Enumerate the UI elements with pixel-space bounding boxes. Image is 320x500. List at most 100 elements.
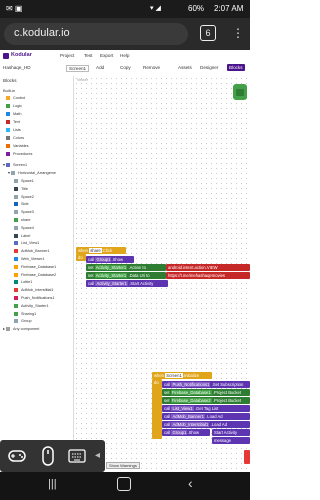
screen-node[interactable]: ▾ Screen1 (3, 162, 27, 167)
designer-button[interactable]: Designer (200, 65, 218, 70)
backpack-icon[interactable] (233, 84, 247, 100)
status-bar: ✉ ▣ ▾ ◢ 60% 2:07 AM (0, 0, 250, 18)
start-activity-fragment[interactable]: Start Activity (212, 429, 250, 436)
menu-export[interactable]: Export (100, 53, 113, 58)
remove-screen-button[interactable]: Remove (143, 65, 160, 70)
component-icon (14, 311, 18, 316)
component-icon (14, 241, 18, 246)
component-icon (14, 233, 18, 238)
any-component-node[interactable]: ▸ Any component (3, 326, 39, 331)
component-item[interactable]: Firebase_Database2 (14, 272, 56, 277)
set-activity-data-uri[interactable]: set Activity_Starter1 .Data Uri to (86, 272, 166, 279)
component-label: Space1 (21, 179, 34, 183)
mouse-icon[interactable] (42, 446, 54, 466)
action-text[interactable]: android.intent.action.VIEW (166, 264, 250, 271)
call-group-show-2[interactable]: call Group1.Show (162, 429, 210, 436)
component-label: Web_Viewer1 (21, 257, 45, 261)
component-item[interactable]: AdMob_Banner1 (14, 249, 50, 254)
screen-select[interactable]: Screen1 (66, 65, 90, 72)
event-share-click[interactable]: when share.Click (76, 247, 126, 254)
clock: 2:07 AM (214, 4, 244, 13)
category-logic[interactable]: Logic (6, 104, 22, 108)
component-icon (14, 202, 18, 207)
component-item[interactable]: Side (14, 202, 29, 207)
component-item[interactable]: share (14, 218, 31, 222)
assets-button[interactable]: Assets (178, 65, 192, 70)
component-label: List_View1 (21, 241, 40, 246)
url-field[interactable]: c.kodular.io (4, 23, 188, 45)
component-item[interactable]: Space4 (14, 225, 34, 230)
set-activity-action[interactable]: set Activity_Starter1 .Action to (86, 264, 166, 271)
component-icon (14, 280, 18, 285)
gamepad-icon[interactable] (8, 448, 26, 464)
component-icon (14, 210, 18, 215)
home-icon[interactable] (117, 477, 131, 491)
component-icon (14, 288, 18, 293)
builtin-header: Built-in (3, 88, 16, 93)
trash-icon[interactable] (244, 450, 250, 464)
copy-screen-button[interactable]: Copy (120, 65, 131, 70)
component-item[interactable]: Title (14, 186, 28, 191)
url-text: c.kodular.io (14, 27, 70, 39)
data-uri-text[interactable]: https://t.me/mehashaqemovies (166, 272, 250, 279)
component-label: AdMob_Interstitial1 (21, 288, 54, 293)
browser-menu-icon[interactable]: ⋮ (232, 26, 244, 40)
component-icon (14, 319, 18, 324)
blocks-panel: Blocks Built-in Control Logic Math Text … (0, 76, 74, 471)
component-item[interactable]: Space3 (14, 210, 34, 215)
message-fragment[interactable]: message (212, 437, 250, 444)
show-warnings-button[interactable]: Show Warnings (106, 462, 140, 469)
tab-switcher-button[interactable]: 6 (200, 25, 216, 41)
component-item[interactable]: Group (14, 319, 32, 324)
category-colors[interactable]: Colors (6, 136, 24, 140)
call-admob-inter-load[interactable]: call AdMob_Interstitial1 .Load Ad (162, 421, 250, 428)
blocks-button[interactable]: Blocks (227, 64, 245, 71)
component-icon (14, 296, 18, 300)
component-item[interactable]: Lottie1 (14, 280, 32, 285)
component-icon (14, 303, 18, 308)
component-icon (14, 218, 18, 222)
component-item[interactable]: AdMob_Interstitial1 (14, 288, 54, 293)
category-math[interactable]: Math (6, 112, 21, 116)
brand-label: Kodular (11, 52, 32, 58)
keyboard-icon[interactable] (68, 449, 86, 463)
viewer-label: Viewer (77, 78, 88, 82)
menu-project[interactable]: Project (60, 53, 74, 58)
component-item[interactable]: Space2 (14, 194, 34, 199)
arrangement-node[interactable]: ▾ Horizontal_Arrangeme (8, 170, 56, 175)
component-item[interactable]: Label (14, 233, 31, 238)
component-icon (14, 179, 18, 183)
expand-icon[interactable]: ◂ (95, 450, 100, 461)
call-start-activity[interactable]: call Activity_Starter1 .Start Activity (86, 280, 168, 287)
add-screen-button[interactable]: Add (96, 65, 104, 70)
component-item[interactable]: Activity_Starter1 (14, 303, 49, 308)
do-label: do (76, 254, 86, 261)
category-procedures[interactable]: Procedures (6, 152, 32, 156)
category-variables[interactable]: Variables (6, 144, 29, 148)
component-item[interactable]: Push_Notifications1 (14, 296, 55, 300)
menu-help[interactable]: Help (120, 53, 129, 58)
recents-icon[interactable]: ||| (48, 478, 57, 490)
call-admob-banner-load[interactable]: call AdMob_Banner1 .Load Ad (162, 413, 250, 420)
project-name: Hashaqe_HD (3, 65, 31, 70)
component-item[interactable]: Space1 (14, 179, 34, 183)
back-icon[interactable]: ‹ (188, 475, 193, 491)
call-push-subscription[interactable]: call Push_Notifications1 .Set Subscripti… (162, 381, 250, 388)
set-firebase1-bucket[interactable]: set Firebase_Database1 .Project Bucket (162, 389, 250, 396)
component-item[interactable]: Web_Viewer1 (14, 257, 45, 261)
category-text[interactable]: Text (6, 120, 20, 124)
category-lists[interactable]: Lists (6, 128, 21, 132)
component-item[interactable]: Firebase_Database1 (14, 264, 56, 269)
signal-icon: ▾ ◢ (150, 5, 161, 12)
component-label: Space3 (21, 210, 34, 215)
menu-test[interactable]: Test (84, 53, 92, 58)
call-list-view-tags[interactable]: call List_View1 .Get Tag List (162, 405, 250, 412)
set-firebase2-bucket[interactable]: set Firebase_Database2 .Project Bucket (162, 397, 250, 404)
component-item[interactable]: Sharing1 (14, 311, 36, 316)
event-screen-initialize[interactable]: when Screen1.Initialize (152, 372, 212, 379)
call-group-show[interactable]: call Group1.Show (86, 256, 134, 263)
component-label: Label (21, 233, 31, 238)
category-control[interactable]: Control (6, 96, 25, 100)
component-icon (14, 186, 18, 191)
component-item[interactable]: List_View1 (14, 241, 40, 246)
